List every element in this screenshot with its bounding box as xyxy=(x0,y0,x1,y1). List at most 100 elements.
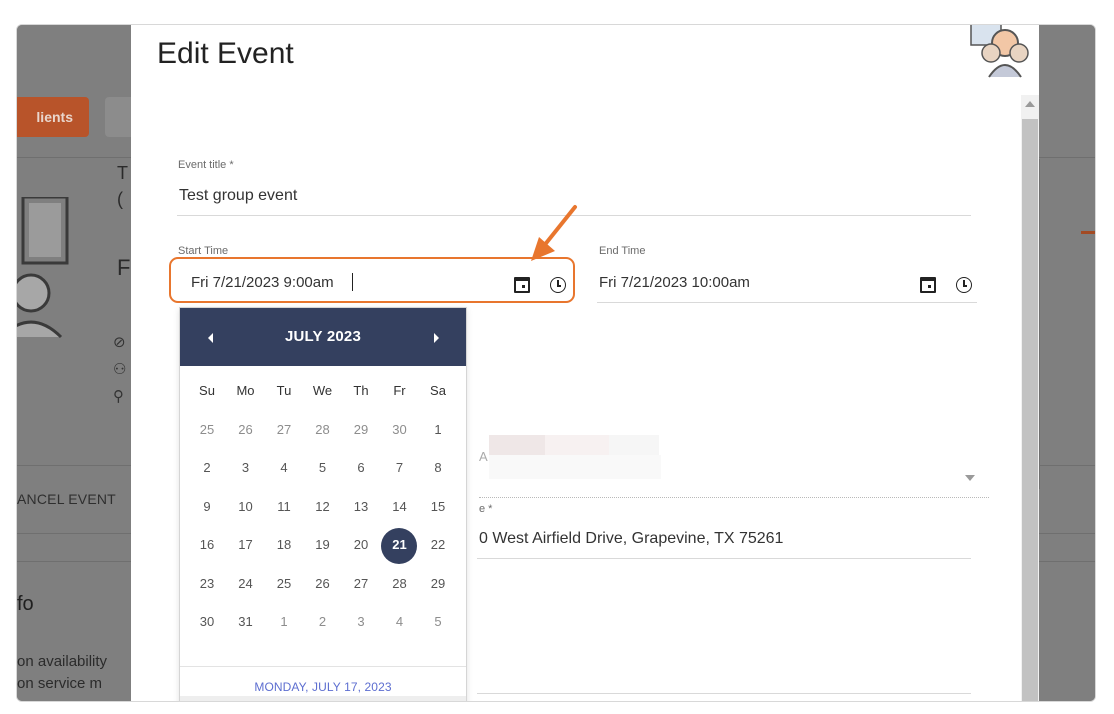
calendar-day[interactable]: 2 xyxy=(188,460,226,475)
accent-bar xyxy=(1081,231,1095,234)
text-cursor xyxy=(352,273,353,291)
address-input[interactable]: 0 West Airfield Drive, Grapevine, TX 752… xyxy=(479,530,783,548)
week-row: 16 17 18 19 20 21 22 xyxy=(188,526,458,565)
calendar-day[interactable]: 8 xyxy=(419,460,457,475)
calendar-day[interactable]: 5 xyxy=(304,460,342,475)
divider xyxy=(180,666,466,667)
calendar-day[interactable]: 26 xyxy=(227,422,265,437)
chevron-down-icon[interactable] xyxy=(965,475,975,481)
clients-button[interactable]: lients xyxy=(17,97,89,137)
calendar-day[interactable]: 24 xyxy=(227,576,265,591)
calendar-day[interactable]: 11 xyxy=(265,499,303,514)
calendar-day[interactable]: 25 xyxy=(188,422,226,437)
pointer-arrow-icon xyxy=(531,205,577,261)
calendar-day[interactable]: 9 xyxy=(188,499,226,514)
calendar-day[interactable]: 30 xyxy=(381,422,419,437)
calendar-day[interactable]: 1 xyxy=(419,422,457,437)
calendar-day[interactable]: 28 xyxy=(304,422,342,437)
month-label[interactable]: JULY 2023 xyxy=(180,328,466,345)
scroll-up-icon[interactable] xyxy=(1025,101,1035,107)
calendar-day[interactable]: 28 xyxy=(381,576,419,591)
calendar-day[interactable]: 31 xyxy=(227,614,265,629)
side-panel xyxy=(1039,159,1095,489)
calendar-day[interactable]: 2 xyxy=(304,614,342,629)
week-row: 9 10 11 12 13 14 15 xyxy=(188,488,458,527)
scrollbar[interactable] xyxy=(1021,95,1039,701)
clock-button[interactable] xyxy=(550,277,570,297)
calendar-day[interactable]: 22 xyxy=(419,537,457,552)
availability-line: on availability xyxy=(17,653,108,670)
calendar-day[interactable]: 21 xyxy=(381,537,419,552)
availability-text: on availability on service m xyxy=(17,651,107,695)
calendar-day[interactable]: 6 xyxy=(342,460,380,475)
info-heading: fo xyxy=(17,593,34,615)
location-icon: ⚲ xyxy=(113,388,124,405)
calendar-day[interactable]: 3 xyxy=(227,460,265,475)
field-underline xyxy=(477,558,971,559)
calendar-day[interactable]: 4 xyxy=(381,614,419,629)
clock-button[interactable] xyxy=(956,277,976,297)
blurred-content xyxy=(545,435,609,455)
calendar-day[interactable]: 15 xyxy=(419,499,457,514)
calendar-day[interactable]: 19 xyxy=(304,537,342,552)
field-underline xyxy=(477,693,971,694)
calendar-day[interactable]: 5 xyxy=(419,614,457,629)
field-underline xyxy=(597,302,977,303)
cancel-event-button[interactable]: ANCEL EVENT xyxy=(17,491,116,507)
week-row: 2345678 xyxy=(188,449,458,488)
today-link[interactable]: MONDAY, JULY 17, 2023 xyxy=(180,680,466,694)
clipped-letter: F xyxy=(117,255,131,280)
weekday-label: Sa xyxy=(430,383,446,398)
select-label: A xyxy=(479,449,488,464)
calendar-day[interactable]: 27 xyxy=(342,576,380,591)
calendar-day[interactable]: 26 xyxy=(304,576,342,591)
calendar-day[interactable]: 7 xyxy=(381,460,419,475)
calendar-day[interactable]: 25 xyxy=(265,576,303,591)
select-underline xyxy=(479,497,989,498)
calendar-button[interactable] xyxy=(920,277,940,297)
calendar-day[interactable]: 29 xyxy=(419,576,457,591)
calendar-day[interactable]: 30 xyxy=(188,614,226,629)
week-row: 23 24 25 26 27 28 29 xyxy=(188,565,458,604)
end-time-input[interactable]: Fri 7/21/2023 10:00am xyxy=(599,274,750,291)
calendar-day[interactable]: 12 xyxy=(304,499,342,514)
calendar-day[interactable]: 27 xyxy=(265,422,303,437)
clock-icon xyxy=(956,277,972,293)
calendar-day[interactable]: 18 xyxy=(265,537,303,552)
blurred-content xyxy=(489,435,545,455)
calendar-day[interactable]: 20 xyxy=(342,537,380,552)
calendar-button[interactable] xyxy=(514,277,534,297)
clock-icon xyxy=(550,277,566,293)
datepicker-footer-bar xyxy=(180,696,466,701)
availability-line: on service m xyxy=(17,675,103,692)
weekday-label: Fr xyxy=(393,383,406,398)
address-label: e * xyxy=(479,503,493,515)
datepicker-header: JULY 2023 xyxy=(180,308,466,366)
calendar-day[interactable]: 4 xyxy=(265,460,303,475)
calendar-day[interactable]: 23 xyxy=(188,576,226,591)
weekday-row: Su Mo Tu We Th Fr Sa xyxy=(188,372,458,411)
calendar-grid: Su Mo Tu We Th Fr Sa 25 26 27 28 29 30 1 2 3 4 5 6 7 8 9 10 11 1… xyxy=(188,372,458,642)
event-title-input[interactable]: Test group event xyxy=(179,187,297,205)
calendar-day[interactable]: 13 xyxy=(342,499,380,514)
modal-title: Edit Event xyxy=(157,37,294,70)
chevron-right-icon[interactable] xyxy=(434,333,439,343)
calendar-day[interactable]: 1 xyxy=(265,614,303,629)
calendar-day[interactable]: 3 xyxy=(342,614,380,629)
calendar-day[interactable]: 14 xyxy=(381,499,419,514)
blurred-content xyxy=(609,435,659,455)
clipped-title: T xyxy=(117,163,128,183)
end-time-label: End Time xyxy=(599,245,646,257)
calendar-day[interactable]: 10 xyxy=(227,499,265,514)
clipped-paren: ( xyxy=(117,189,123,209)
calendar-day[interactable]: 29 xyxy=(342,422,380,437)
calendar-day[interactable]: 16 xyxy=(188,537,226,552)
scroll-thumb[interactable] xyxy=(1022,119,1038,701)
start-time-label: Start Time xyxy=(178,245,229,257)
weekday-label: Mo xyxy=(236,383,255,398)
calendar-day[interactable]: 17 xyxy=(227,537,265,552)
people-icon: ⚇ xyxy=(113,361,127,378)
week-row: 30 31 1 2 3 4 5 xyxy=(188,603,458,642)
weekday-label: Tu xyxy=(276,383,292,398)
start-time-input[interactable]: Fri 7/21/2023 9:00am xyxy=(191,274,334,291)
